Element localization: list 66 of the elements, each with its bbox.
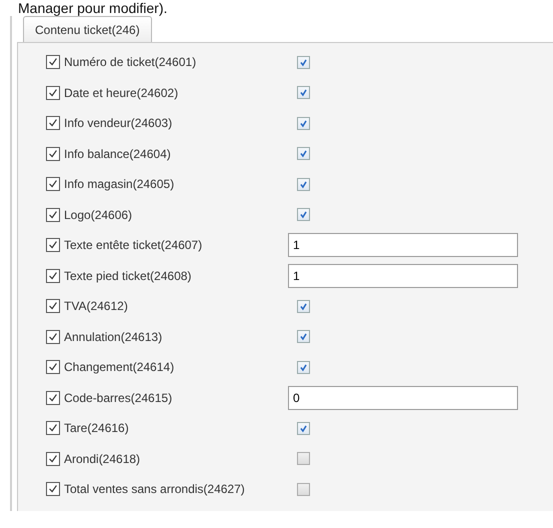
check-mark-icon (298, 331, 309, 342)
checkbox[interactable] (46, 390, 60, 405)
check-mark-icon (47, 208, 59, 221)
check-mark-icon (47, 86, 59, 99)
check-mark-icon (47, 422, 59, 434)
check-mark-icon (47, 148, 59, 160)
option-label: Info vendeur(24603) (64, 116, 172, 130)
option-label: Total ventes sans arrondis(24627) (64, 482, 245, 496)
checkbox[interactable] (297, 482, 310, 496)
option-label: Code-barres(24615) (64, 390, 172, 405)
check-mark-icon (47, 330, 59, 343)
checkbox[interactable] (46, 55, 60, 70)
check-mark-icon (47, 270, 59, 282)
option-label: Texte pied ticket(24608) (64, 268, 192, 283)
checkbox[interactable] (46, 452, 60, 466)
check-mark-icon (47, 392, 59, 404)
checkbox[interactable] (46, 146, 60, 161)
option-label: Date et heure(24602) (64, 86, 178, 100)
input-field[interactable]: 1 (288, 233, 518, 258)
check-mark-icon (298, 209, 309, 220)
checkbox[interactable] (46, 482, 60, 496)
checkbox[interactable] (297, 208, 310, 222)
option-label: Annulation(24613) (64, 330, 162, 344)
checkbox[interactable] (46, 86, 60, 100)
checkbox[interactable] (297, 330, 310, 344)
option-label: TVA(24612) (64, 299, 128, 314)
checkbox[interactable] (297, 178, 310, 191)
option-label: Info magasin(24605) (64, 177, 174, 192)
checkbox[interactable] (46, 238, 60, 252)
header-text: Manager pour modifier). (17, 0, 168, 16)
checkbox[interactable] (46, 208, 60, 222)
checkbox[interactable] (297, 300, 310, 313)
check-mark-icon (298, 87, 309, 98)
option-label: Texte entête ticket(24607) (64, 238, 202, 252)
input-field[interactable]: 0 (288, 386, 518, 410)
check-mark-icon (47, 178, 59, 190)
check-mark-icon (47, 361, 59, 374)
checkbox[interactable] (297, 422, 310, 435)
option-label: Logo(24606) (64, 208, 132, 222)
tab[interactable]: Contenu ticket(246) (23, 16, 152, 42)
checkbox[interactable] (46, 421, 60, 436)
checkbox[interactable] (46, 116, 60, 130)
check-mark-icon (47, 483, 59, 496)
checkbox[interactable] (297, 452, 310, 466)
option-label: Info balance(24604) (64, 146, 171, 161)
checkbox[interactable] (297, 360, 310, 374)
option-label: Changement(24614) (64, 360, 174, 374)
check-mark-icon (47, 452, 59, 465)
check-mark-icon (298, 148, 309, 160)
checkbox[interactable] (297, 56, 310, 69)
checkbox[interactable] (297, 116, 310, 130)
checkbox[interactable] (46, 299, 60, 314)
checkbox[interactable] (297, 86, 310, 100)
checkbox[interactable] (46, 330, 60, 344)
checkbox[interactable] (46, 360, 60, 374)
option-label: Arondi(24618) (64, 452, 140, 466)
checkbox[interactable] (46, 177, 60, 192)
check-mark-icon (47, 300, 59, 312)
checkbox[interactable] (297, 147, 310, 160)
option-label: Numéro de ticket(24601) (64, 55, 196, 70)
checkbox[interactable] (46, 268, 60, 283)
check-mark-icon (47, 117, 59, 130)
check-mark-icon (47, 239, 59, 252)
check-mark-icon (47, 56, 59, 68)
option-label: Tare(24616) (64, 421, 129, 436)
input-field[interactable]: 1 (288, 264, 518, 288)
